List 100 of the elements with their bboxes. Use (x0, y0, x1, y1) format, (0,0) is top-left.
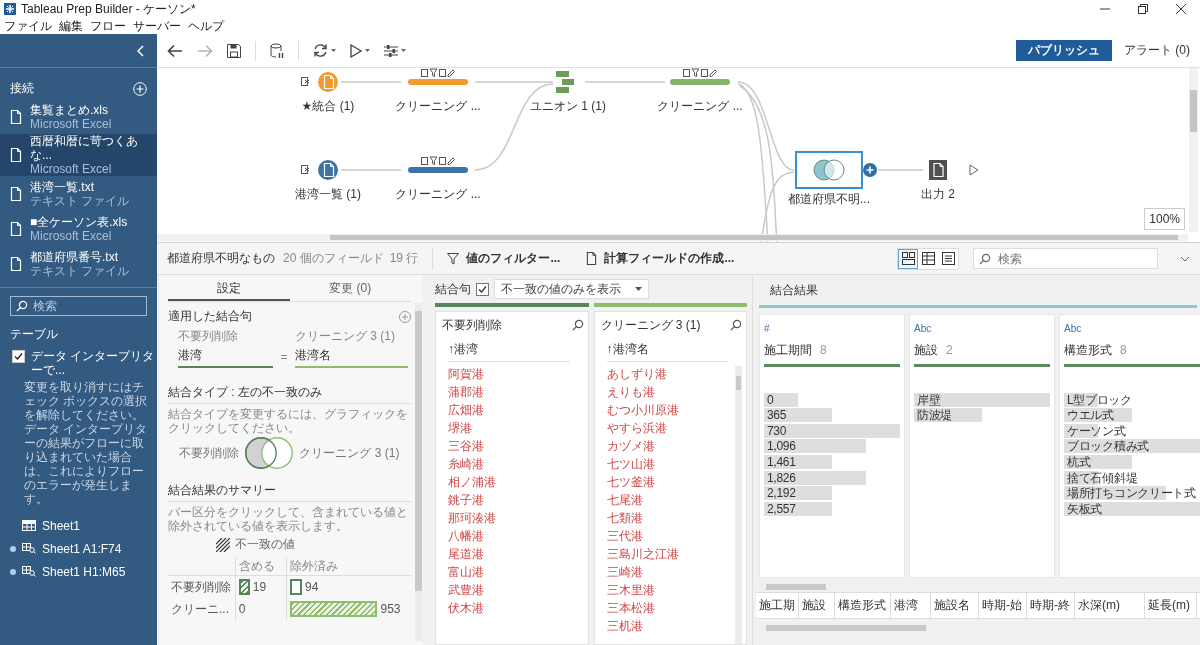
data-source-icon[interactable] (318, 160, 338, 180)
connection-item[interactable]: 都道府県番号.txt テキスト ファイル (0, 246, 157, 281)
restore-icon[interactable] (1138, 4, 1148, 14)
publish-button[interactable]: パブリッシュ (1016, 40, 1112, 61)
value-item[interactable]: カヅメ港 (606, 437, 735, 455)
column-header[interactable]: 時期-始 (979, 593, 1027, 618)
run-icon[interactable] (350, 43, 362, 58)
value-bar[interactable]: 0 (764, 392, 900, 407)
add-icon[interactable] (133, 81, 147, 96)
output-step-icon[interactable] (929, 160, 947, 180)
column-header[interactable]: 延長(m) (1145, 593, 1197, 618)
value-item[interactable]: むつ小川原港 (606, 401, 735, 419)
value-item[interactable]: 武豊港 (448, 581, 584, 599)
calculated-field-button[interactable]: 計算フィールドの作成... (586, 250, 735, 267)
tab[interactable]: 変更 (0) (289, 277, 411, 301)
value-bar[interactable]: ブロック積み式 (1064, 439, 1200, 454)
checkbox[interactable] (476, 282, 489, 296)
column-header[interactable]: 構造形式 (835, 593, 891, 618)
value-item[interactable]: 堺港 (448, 419, 584, 437)
connection-item[interactable]: ■全ケーソン表.xls Microsoft Excel (0, 211, 157, 246)
summary-bar[interactable] (290, 579, 303, 595)
value-item[interactable]: 三木里港 (606, 581, 735, 599)
table-item[interactable]: Sheet1 (0, 514, 157, 537)
value-item[interactable]: 三崎港 (606, 563, 735, 581)
step-tools-icon[interactable] (421, 68, 455, 77)
search-field[interactable]: 検索 (973, 248, 1158, 269)
scrollbar[interactable] (157, 234, 1188, 241)
chevron-down-icon[interactable] (1180, 255, 1190, 262)
menu-item[interactable]: 編集 (59, 17, 83, 35)
value-item[interactable]: 八幡港 (448, 527, 584, 545)
value-item[interactable]: 三本松港 (606, 599, 735, 617)
value-item[interactable]: 七類港 (606, 509, 735, 527)
value-bar[interactable]: ケーソン式 (1064, 423, 1200, 438)
back-arrow-icon[interactable] (167, 43, 183, 58)
join-step[interactable] (795, 151, 863, 189)
value-item[interactable]: 七ツ山港 (606, 455, 735, 473)
save-icon[interactable] (227, 43, 241, 58)
database-icon[interactable] (270, 42, 284, 59)
sliders-icon[interactable] (384, 44, 398, 57)
value-bar[interactable]: 捨て石傾斜堤 (1064, 470, 1200, 485)
field-select[interactable]: 港湾名 (295, 345, 408, 368)
value-item[interactable]: 蒲郡港 (448, 383, 584, 401)
search-icon[interactable] (730, 319, 742, 331)
value-item[interactable]: 那珂湊港 (448, 509, 584, 527)
value-item[interactable]: 伏木港 (448, 599, 584, 617)
value-item[interactable]: えりも港 (606, 383, 735, 401)
value-item[interactable]: 七ツ釜港 (606, 473, 735, 491)
checkbox[interactable] (12, 350, 25, 363)
value-item[interactable]: 三谷港 (448, 437, 584, 455)
value-item[interactable]: 三代港 (606, 527, 735, 545)
value-item[interactable]: 三島川之江港 (606, 545, 735, 563)
value-item[interactable]: 糸崎港 (448, 455, 584, 473)
step-tools-icon[interactable] (683, 68, 717, 77)
refresh-icon[interactable] (313, 43, 328, 58)
value-bar[interactable]: 岸壁 (914, 392, 1050, 407)
value-item[interactable]: 富山港 (448, 563, 584, 581)
column-header[interactable]: 水深(m) (1075, 593, 1145, 618)
value-item[interactable]: 尾道港 (448, 545, 584, 563)
value-item[interactable]: 銚子港 (448, 491, 584, 509)
menu-item[interactable]: フロー (90, 17, 126, 35)
filter-values-button[interactable]: 値のフィルター... (447, 250, 561, 267)
value-item[interactable]: 七尾港 (606, 491, 735, 509)
column-header[interactable]: 時期-終 (1027, 593, 1075, 618)
table-item[interactable]: Sheet1 A1:F74 (0, 537, 157, 560)
filter-dropdown[interactable]: 不一致の値のみを表示 (494, 279, 649, 299)
sort-field[interactable]: ↑港湾名 (606, 338, 728, 362)
value-bar[interactable]: 730 (764, 423, 900, 438)
column-header[interactable]: 施設 (799, 593, 835, 618)
zoom-level[interactable]: 100% (1144, 208, 1185, 230)
scrollbar[interactable] (415, 303, 422, 641)
alerts-link[interactable]: アラート (0) (1124, 42, 1190, 59)
close-icon[interactable] (1176, 4, 1186, 14)
profile-view-toggle[interactable] (898, 248, 918, 269)
value-item[interactable]: 相ノ浦港 (448, 473, 584, 491)
value-item[interactable]: やすら浜港 (606, 419, 735, 437)
add-step-icon[interactable] (863, 163, 877, 177)
value-item[interactable]: 三机港 (606, 617, 735, 635)
column-header[interactable]: 港湾 (891, 593, 931, 618)
value-item[interactable]: 阿賀港 (448, 365, 584, 383)
scrollbar[interactable] (735, 366, 742, 644)
table-item[interactable]: Sheet1 H1:M65 (0, 560, 157, 583)
sort-field[interactable]: ↑港湾 (448, 338, 570, 362)
value-bar[interactable]: 矢板式 (1064, 501, 1200, 516)
scrollbar[interactable] (1189, 68, 1198, 232)
connection-item[interactable]: 港湾一覧.txt テキスト ファイル (0, 176, 157, 211)
search-icon[interactable] (571, 319, 584, 331)
connection-item[interactable]: 西暦和暦に苛つくあな... Microsoft Excel (0, 134, 157, 176)
menu-item[interactable]: サーバー (133, 17, 181, 35)
menu-item[interactable]: ファイル (4, 17, 52, 35)
menu-item[interactable]: ヘルプ (188, 17, 224, 35)
field-select[interactable]: 港湾 (178, 345, 273, 368)
summary-bar[interactable] (238, 579, 250, 595)
run-icon[interactable] (969, 164, 979, 176)
search-field[interactable]: 検索 (10, 296, 147, 316)
step-tools-icon[interactable] (421, 156, 455, 165)
collapse-icon[interactable] (137, 44, 145, 57)
tab[interactable]: 設定 (168, 277, 290, 301)
value-bar[interactable]: L型ブロック (1064, 392, 1200, 407)
column-header[interactable]: 施設名 (931, 593, 979, 618)
connection-item[interactable]: 集覧まとめ.xls Microsoft Excel (0, 99, 157, 134)
